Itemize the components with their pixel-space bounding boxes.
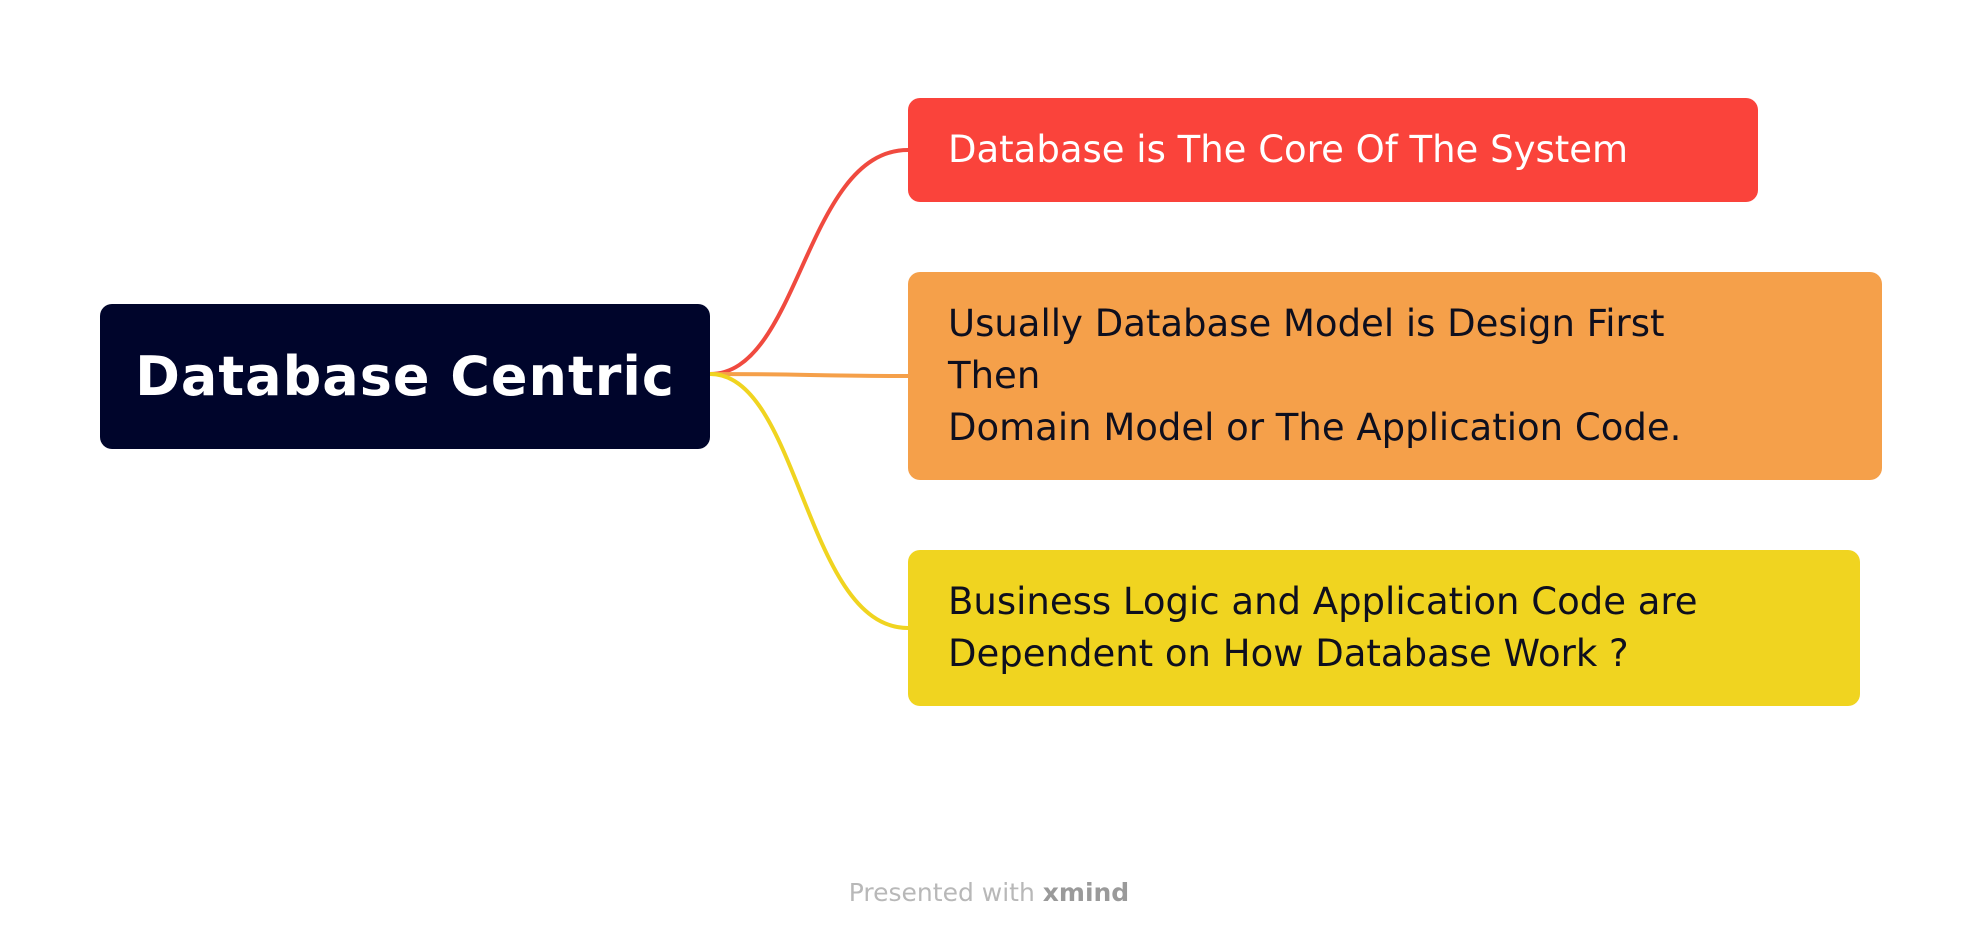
- topic-text-line: Then: [948, 354, 1041, 397]
- presented-with-footer: Presented with xmind: [0, 878, 1978, 907]
- topic-text-line: Dependent on How Database Work ?: [948, 632, 1629, 675]
- topic-business-logic-dependent[interactable]: Business Logic and Application Code are …: [908, 550, 1860, 706]
- connector-topic-2: [708, 372, 910, 378]
- topic-text-line: Domain Model or The Application Code.: [948, 406, 1682, 449]
- connector-topic-3: [708, 372, 910, 630]
- xmind-logo[interactable]: xmind: [1043, 878, 1129, 907]
- topic-text-line: Business Logic and Application Code are: [948, 580, 1698, 623]
- central-topic-label: Database Centric: [135, 345, 675, 408]
- connector-topic-1: [708, 148, 910, 376]
- topic-database-model-first[interactable]: Usually Database Model is Design First T…: [908, 272, 1882, 480]
- topic-text-line: Usually Database Model is Design First: [948, 302, 1665, 345]
- footer-prefix: Presented with: [848, 878, 1043, 907]
- topic-text-line: Database is The Core Of The System: [948, 128, 1629, 171]
- central-topic-database-centric[interactable]: Database Centric: [100, 304, 710, 449]
- topic-database-core[interactable]: Database is The Core Of The System: [908, 98, 1758, 202]
